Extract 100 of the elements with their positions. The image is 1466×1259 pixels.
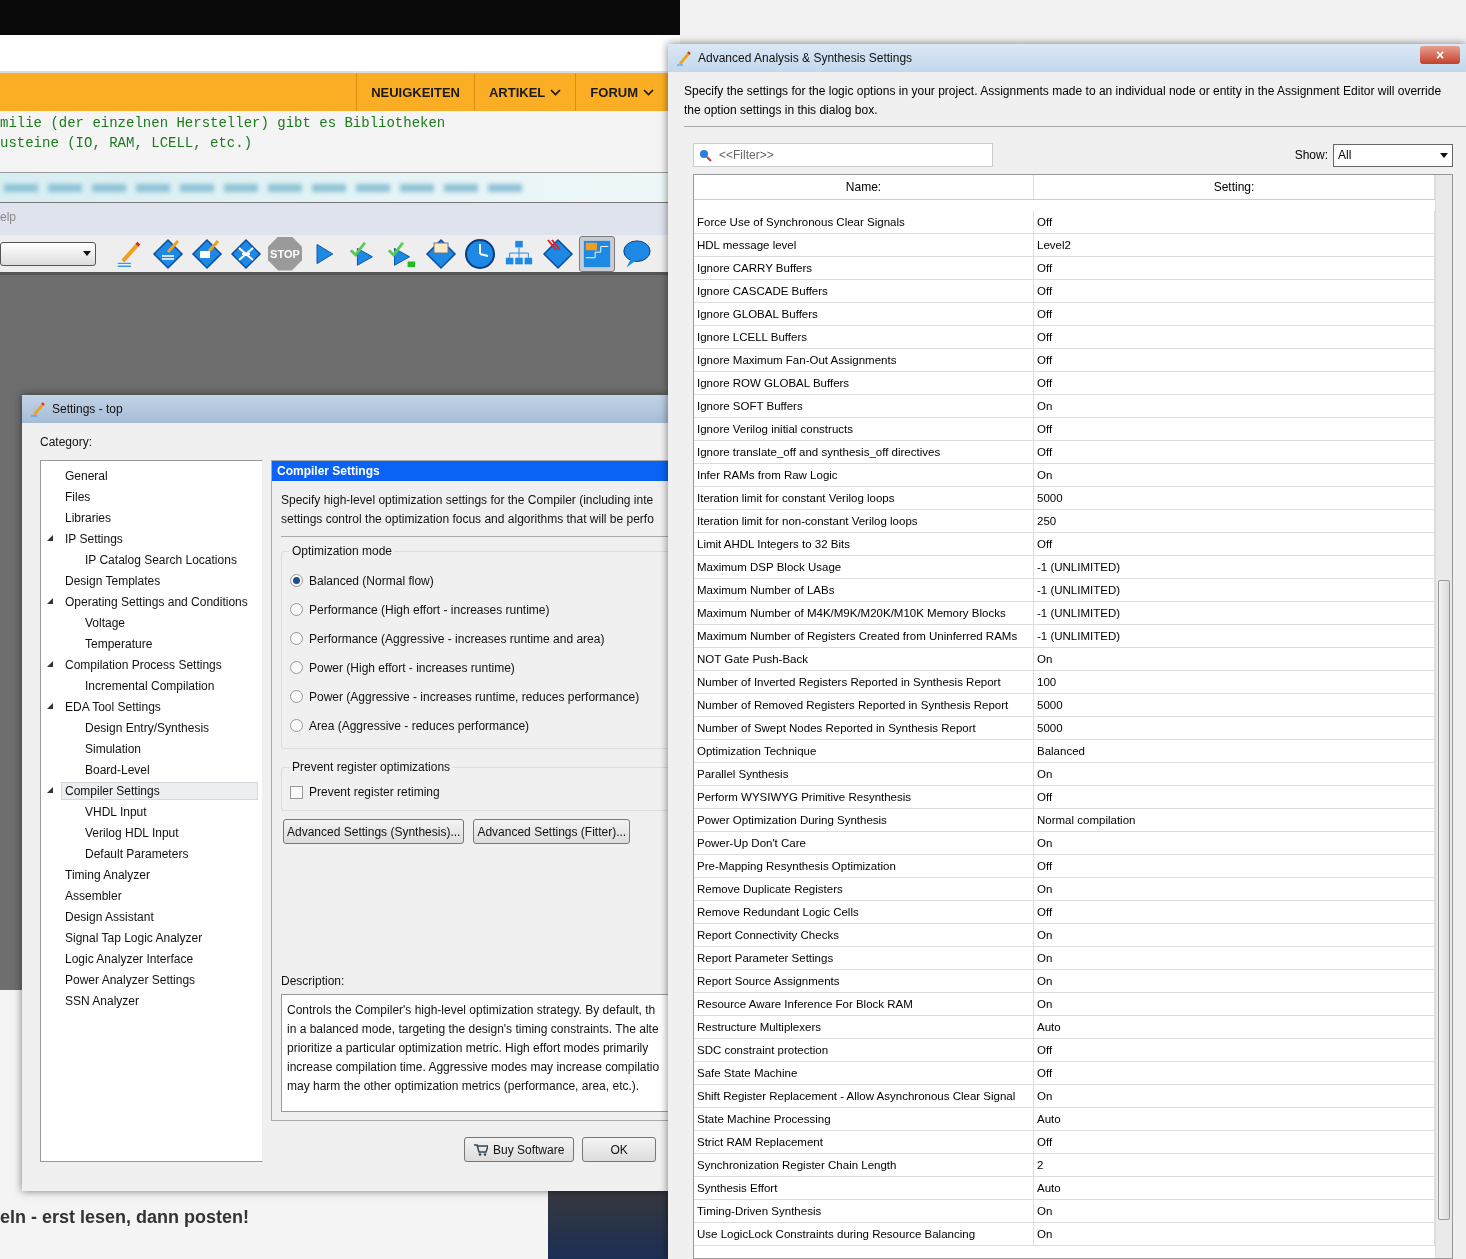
category-item[interactable]: IP Catalog Search Locations — [81, 550, 241, 569]
diamond-stripes-icon — [542, 237, 574, 270]
radio-label: Power (Aggressive - increases runtime, reduces performance) — [309, 689, 640, 704]
option-name-cell: Perform WYSIWYG Primitive Resynthesis — [694, 786, 1034, 808]
radio-icon[interactable] — [290, 632, 303, 645]
column-header[interactable]: Name: — [694, 175, 1034, 199]
expand-triangle-icon[interactable] — [47, 598, 53, 604]
radio-option[interactable]: Area (Aggressive - reduces performance) — [290, 711, 668, 740]
speech-bubble-icon — [621, 238, 651, 269]
category-item[interactable]: Voltage — [81, 613, 130, 632]
checkbox-option[interactable]: Prevent register retiming — [290, 782, 668, 802]
ok-button[interactable]: OK — [582, 1137, 656, 1162]
option-name-cell: HDL message level — [694, 234, 1034, 256]
radio-label: Performance (Aggressive - increases runtime and area) — [309, 631, 605, 646]
radio-label: Performance (High effort - increases runtime) — [309, 602, 550, 617]
advanced-settings-button[interactable]: Advanced Settings (Synthesis)... — [283, 819, 465, 844]
expand-triangle-icon[interactable] — [47, 661, 53, 667]
option-name-cell: Synthesis Effort — [694, 1177, 1034, 1199]
option-name-cell: Resource Aware Inference For Block RAM — [694, 993, 1034, 1015]
code-line: milie (der einzelnen Hersteller) gibt es Bibliotheken — [0, 114, 447, 133]
option-name-cell: Ignore Maximum Fan-Out Assignments — [694, 349, 1034, 371]
window-title: Settings - top — [52, 402, 123, 416]
forum-heading: eln - erst lesen, dann posten! — [0, 1207, 250, 1228]
pencil-icon — [676, 50, 692, 66]
advanced-settings-button[interactable]: Advanced Settings (Fitter)... — [473, 819, 631, 844]
category-item[interactable]: EDA Tool Settings — [61, 697, 165, 716]
option-name-cell: Iteration limit for constant Verilog loops — [694, 487, 1034, 509]
radio-icon[interactable] — [290, 719, 303, 732]
radio-icon[interactable] — [290, 574, 303, 587]
description-text: Controls the Compiler's high-level optimization strategy. By default, th — [287, 1002, 657, 1019]
category-item[interactable]: Design Assistant — [61, 907, 158, 926]
category-item[interactable]: Power Analyzer Settings — [61, 970, 200, 989]
expand-triangle-icon[interactable] — [47, 787, 53, 793]
diamond-pencil-icon — [152, 237, 184, 270]
filter-field[interactable]: <<Filter>> — [693, 143, 993, 167]
category-item[interactable]: Verilog HDL Input — [81, 823, 183, 842]
dropdown-arrow-icon — [1440, 152, 1448, 158]
option-name-cell: Ignore translate_off and synthesis_off directives — [694, 441, 1034, 463]
dropdown-arrow-icon — [83, 251, 91, 256]
radio-option[interactable]: Power (Aggressive - increases runtime, reduces performance) — [290, 682, 668, 711]
floorplan-icon — [582, 238, 612, 269]
show-dropdown[interactable]: All — [1333, 143, 1453, 167]
option-name-cell: Maximum DSP Block Usage — [694, 556, 1034, 578]
radio-icon[interactable] — [290, 690, 303, 703]
radio-label: Balanced (Normal flow) — [309, 573, 434, 588]
category-item[interactable]: Design Templates — [61, 571, 165, 590]
category-item[interactable]: Temperature — [81, 634, 157, 653]
radio-option[interactable]: Power (High effort - increases runtime) — [290, 653, 668, 682]
description-text: prioritize a particular optimization metric. High effort modes primarily — [287, 1040, 650, 1057]
radio-icon[interactable] — [290, 661, 303, 674]
radio-icon[interactable] — [290, 603, 303, 616]
radio-label: Area (Aggressive - reduces performance) — [309, 718, 530, 733]
option-name-cell: Iteration limit for non-constant Verilog loops — [694, 510, 1034, 532]
intro-text: settings control the optimization focus and algorithms that will be perfo — [281, 511, 655, 528]
option-name-cell: Ignore CARRY Buffers — [694, 257, 1034, 279]
category-item[interactable]: Operating Settings and Conditions — [61, 592, 252, 611]
option-name-cell: Parallel Synthesis — [694, 763, 1034, 785]
scrollbar[interactable] — [1435, 175, 1452, 1258]
category-item[interactable]: Design Entry/Synthesis — [81, 718, 214, 737]
category-item[interactable]: Signal Tap Logic Analyzer — [61, 928, 207, 947]
category-item[interactable]: Board-Level — [81, 760, 154, 779]
intro-text: Specify the settings for the logic options in your project. Assignments made to an individual node or entity in the Assignment Editor will override the option settings in this dialog box. — [684, 83, 1443, 119]
category-item[interactable]: Logic Analyzer Interface — [61, 949, 198, 968]
checkbox[interactable] — [290, 785, 303, 799]
category-item[interactable]: Compiler Settings — [61, 781, 258, 800]
category-item[interactable]: General — [61, 466, 112, 485]
diamond-chip-icon — [191, 237, 223, 270]
category-item[interactable]: VHDL Input — [81, 802, 151, 821]
radio-option[interactable]: Performance (High effort - increases runtime) — [290, 595, 668, 624]
option-name-cell: Restructure Multiplexers — [694, 1016, 1034, 1038]
chevron-down-icon — [643, 88, 654, 96]
category-item[interactable]: Timing Analyzer — [61, 865, 154, 884]
expand-triangle-icon[interactable] — [47, 703, 53, 709]
category-item[interactable]: Simulation — [81, 739, 146, 758]
diamond-cross-icon — [230, 237, 262, 270]
option-name-cell: Ignore Verilog initial constructs — [694, 418, 1034, 440]
radio-option[interactable]: Performance (Aggressive - increases runtime and area) — [290, 624, 668, 653]
expand-triangle-icon[interactable] — [47, 535, 53, 541]
option-name-cell: Number of Inverted Registers Reported in Synthesis Report — [694, 671, 1034, 693]
category-item[interactable]: SSN Analyzer — [61, 991, 144, 1010]
category-item[interactable]: Compilation Process Settings — [61, 655, 226, 674]
toolbar-dropdown[interactable] — [0, 241, 96, 266]
diamond-folder-icon — [425, 237, 457, 270]
category-item[interactable]: Incremental Compilation — [81, 676, 219, 695]
option-name-cell: Report Parameter Settings — [694, 947, 1034, 969]
option-name-cell: Pre-Mapping Resynthesis Optimization — [694, 855, 1034, 877]
group-label: Optimization mode — [290, 544, 395, 558]
category-item[interactable]: Assembler — [61, 886, 126, 905]
option-name-cell: State Machine Processing — [694, 1108, 1034, 1130]
option-name-cell: Maximum Number of LABs — [694, 579, 1034, 601]
option-name-cell: Shift Register Replacement - Allow Asynchronous Clear Signal — [694, 1085, 1034, 1107]
pencil-icon — [30, 401, 46, 417]
buy-software-button[interactable]: Buy Software — [464, 1137, 575, 1162]
category-item[interactable]: Files — [61, 487, 95, 506]
option-name-cell: Optimization Technique — [694, 740, 1034, 762]
category-item[interactable]: IP Settings — [61, 529, 127, 548]
category-item[interactable]: Libraries — [61, 508, 116, 527]
category-item[interactable]: Default Parameters — [81, 844, 193, 863]
radio-option[interactable]: Balanced (Normal flow) — [290, 566, 668, 595]
radio-label: Power (High effort - increases runtime) — [309, 660, 515, 675]
